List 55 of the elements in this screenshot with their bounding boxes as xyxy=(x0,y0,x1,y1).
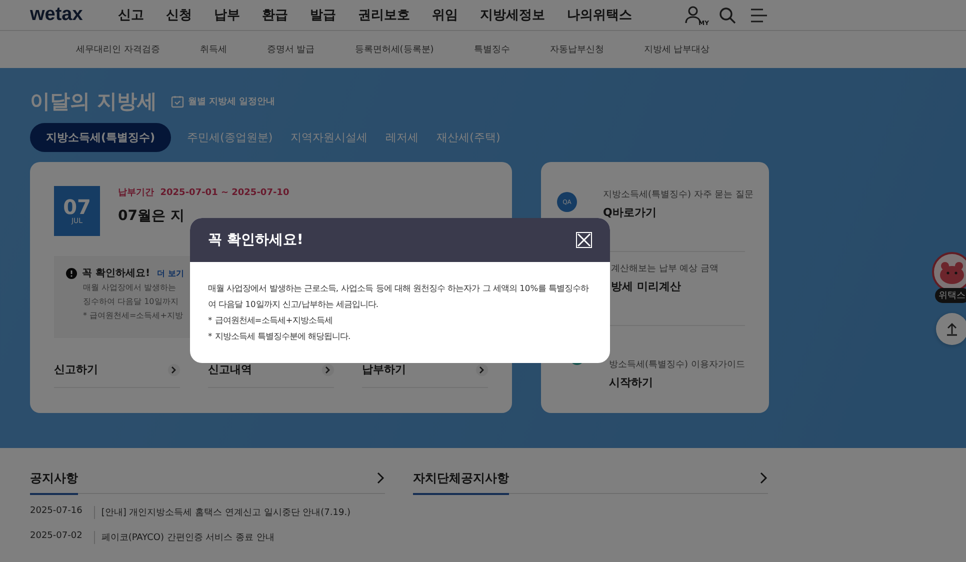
action-link[interactable]: 신고하기 xyxy=(54,362,180,388)
shortcut-caption: 방소득세(특별징수) 이용자가이드 xyxy=(609,359,745,371)
mascot-label: 위택스 xyxy=(934,288,966,303)
nav-menu-item[interactable]: 나의위택스 xyxy=(567,6,632,24)
modal-text: * 지방소득세 특별징수분에 해당됩니다. xyxy=(208,330,352,343)
chevron-right-icon[interactable] xyxy=(760,472,768,484)
section-title: 이달의 지방세 xyxy=(30,88,157,115)
payment-period: 납부기간 2025-07-01 ~ 2025-07-10 xyxy=(118,187,290,199)
chevron-right-icon xyxy=(168,364,180,376)
chevron-right-icon xyxy=(322,364,334,376)
site-logo[interactable]: wetax xyxy=(30,4,118,26)
submenu-link[interactable]: 자동납부신청 xyxy=(550,43,604,56)
notice-date: 2025-07-02 xyxy=(30,531,82,543)
notice-title: 꼭 확인하세요! xyxy=(82,267,150,280)
modal-text: 매월 사업장에서 발생하는 근로소득, 사업소득 등에 대해 원천징수 하는자가 그 세액의 10%를 특별징수하여 다음달 10일까지 신고/납부하는 세금입니다. xyxy=(208,282,590,311)
notice-text: 징수하여 다음달 10일까지 xyxy=(83,296,178,308)
nav-menu-item[interactable]: 환급 xyxy=(262,6,288,24)
shortcut-link[interactable]: 시작하기 xyxy=(609,375,745,390)
upload-arrow-icon xyxy=(946,322,958,336)
submenu-link[interactable]: 등록면허세(등록분) xyxy=(354,43,434,56)
nav-menu-item[interactable]: 신청 xyxy=(166,6,192,24)
modal-title: 꼭 확인하세요! xyxy=(208,231,304,249)
search-icon[interactable] xyxy=(719,6,736,24)
notice-text: 매월 사업장에서 발생하는 xyxy=(83,282,176,294)
modal-text: * 급여원천세=소득세+지방소득세 xyxy=(208,314,334,327)
chevron-right-icon xyxy=(476,364,488,376)
notice-date: 2025-07-16 xyxy=(30,506,82,518)
submenu-link[interactable]: 증명서 발급 xyxy=(266,43,315,56)
shortcut-link[interactable]: 방세 미리계산 xyxy=(611,279,719,294)
alert-icon xyxy=(66,268,77,278)
chevron-right-icon[interactable] xyxy=(377,472,385,484)
nav-menu-item[interactable]: 권리보호 xyxy=(358,6,410,24)
calendar-icon xyxy=(170,95,184,108)
submenu-link[interactable]: 지방세 납부대상 xyxy=(644,43,710,56)
more-link[interactable]: 더 보기 xyxy=(157,268,184,278)
notice-board-title[interactable]: 자치단체공지사항 xyxy=(413,470,509,495)
tax-tab[interactable]: 지방소득세(특별징수) xyxy=(30,123,172,152)
nav-menu-item[interactable]: 납부 xyxy=(214,6,240,24)
close-button[interactable] xyxy=(576,232,592,248)
nav-menu-item[interactable]: 신고 xyxy=(118,6,144,24)
nav-menu-item[interactable]: 발급 xyxy=(310,6,336,24)
card-heading: 07월은 지 xyxy=(118,207,186,225)
submenu-link[interactable]: 취득세 xyxy=(200,43,227,56)
notice-text: * 급여원천세=소득세+지방 xyxy=(83,310,183,322)
nav-menu-item[interactable]: 지방세정보 xyxy=(480,6,545,24)
nav-menu-item[interactable]: 위임 xyxy=(432,6,458,24)
submenu-link[interactable]: 세무대리인 자격검증 xyxy=(76,43,160,56)
shortcut-caption: 계산해보는 납부 예상 금액 xyxy=(611,263,719,275)
menu-icon[interactable] xyxy=(750,8,768,22)
notice-item-link[interactable]: 페이코(PAYCO) 간편인증 서비스 종료 안내 xyxy=(94,531,274,544)
notice-board-title[interactable]: 공지사항 xyxy=(30,470,78,495)
notice-item-link[interactable]: [안내] 개인지방소득세 홈택스 연계신고 일시중단 안내(7.19.) xyxy=(94,506,351,519)
shortcut-caption: 지방소득세(특별징수) 자주 묻는 질문 xyxy=(603,189,754,201)
submenu-link[interactable]: 특별징수 xyxy=(474,43,510,56)
shortcut-link[interactable]: Q바로가기 xyxy=(603,205,754,220)
